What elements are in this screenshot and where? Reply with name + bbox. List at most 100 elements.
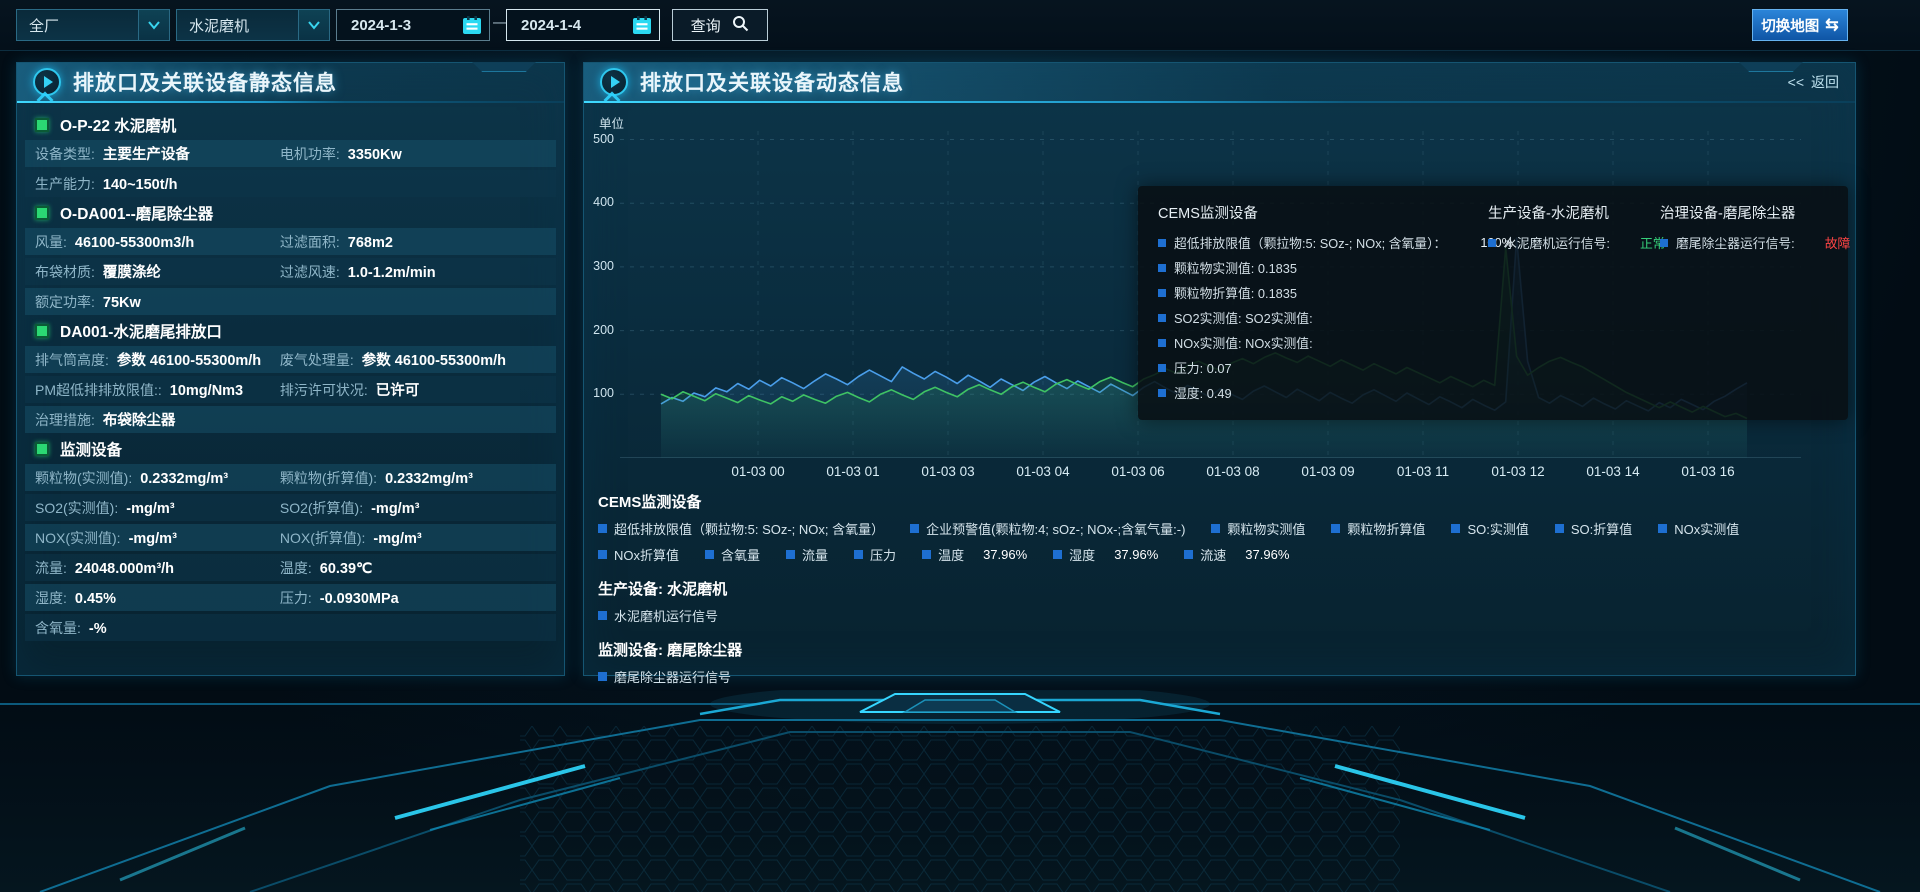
- legend-item[interactable]: 含氧量: [705, 545, 760, 564]
- chart-y-axis: 100200300400500: [584, 101, 614, 493]
- double-chevron-left-icon: <<: [1788, 74, 1804, 90]
- blue-square-icon: [1158, 289, 1166, 297]
- field-value: 参数 46100-55300m/h: [362, 349, 506, 370]
- info-cell: 温度: 60.39℃: [280, 558, 556, 578]
- date-end-input[interactable]: 2024-1-4: [506, 9, 660, 41]
- play-icon: [33, 68, 61, 96]
- chevron-down-icon[interactable]: [298, 10, 329, 40]
- blue-square-icon: [705, 550, 714, 559]
- dynamic-info-title: 排放口及关联设备动态信息: [640, 67, 904, 97]
- legend-item[interactable]: 企业预警值(颗粒物:4; sOz-; NOx-;含氧气量:-): [910, 519, 1185, 538]
- info-row: 含氧量:-%: [25, 614, 556, 641]
- plant-select[interactable]: 全厂: [16, 9, 170, 41]
- legend-item[interactable]: NOx实测值: [1658, 519, 1739, 538]
- static-info-list: O-P-22 水泥磨机 设备类型:主要生产设备 电机功率:3350Kw 生产能力…: [17, 101, 564, 641]
- info-cell: 颗粒物(实测值):0.2332mg/m³: [35, 468, 280, 488]
- emissions-chart[interactable]: 单位 100200300400500 01-03 0001-03 0101-03…: [584, 101, 1855, 493]
- info-row: 流量:24048.000m³/h 温度:60.39℃: [25, 554, 556, 581]
- date-start-input[interactable]: 2024-1-3: [336, 9, 490, 41]
- x-tick-label: 01-03 12: [1491, 464, 1544, 479]
- legend-item[interactable]: NOx折算值: [598, 545, 679, 564]
- info-cell: 排污许可状况:已许可: [280, 379, 556, 400]
- field-label: SO2(实测值):: [35, 498, 118, 518]
- info-cell: 压力:-0.0930MPa: [280, 588, 556, 608]
- field-value: 10mg/Nm3: [170, 383, 243, 399]
- green-square-icon: [35, 118, 49, 132]
- calendar-icon[interactable]: [625, 15, 659, 35]
- field-label: 过滤风速:: [280, 262, 340, 282]
- field-label: NOX(折算值):: [280, 528, 366, 548]
- dynamic-info-panel: 排放口及关联设备动态信息 << 返回 单位 100200300400500: [583, 62, 1856, 676]
- field-value: 布袋除尘器: [103, 409, 176, 430]
- blue-square-icon: [598, 672, 607, 681]
- legend-item[interactable]: 湿度37.96%: [1053, 545, 1158, 564]
- legend-item[interactable]: 超低排放限值（颗拉物:5: SOz-; NOx; 含氧量）: [598, 519, 884, 538]
- info-row: PM超低排排放限值::10mg/Nm3 排污许可状况:已许可: [25, 376, 556, 403]
- green-square-icon: [35, 324, 49, 338]
- blue-square-icon: [1158, 314, 1166, 322]
- y-tick-label: 200: [584, 323, 614, 337]
- section-title: O-P-22 水泥磨机: [60, 114, 176, 136]
- tooltip-production-column: 生产设备-水泥磨机 水泥磨机运行信号:正常: [1488, 202, 1660, 408]
- legend-item[interactable]: 颗粒物折算值: [1331, 519, 1425, 538]
- info-row: 湿度:0.45% 压力:-0.0930MPa: [25, 584, 556, 611]
- info-cell: 湿度:0.45%: [35, 588, 280, 608]
- field-label: SO2(折算值):: [280, 498, 363, 518]
- field-label: 颗粒物(实测值):: [35, 468, 132, 488]
- field-value: -mg/m³: [373, 531, 421, 547]
- plant-select-value: 全厂: [29, 15, 59, 36]
- legend-item[interactable]: 温度37.96%: [922, 545, 1027, 564]
- static-info-header: 排放口及关联设备静态信息: [17, 63, 564, 101]
- query-button[interactable]: 查询: [672, 9, 768, 41]
- legend-item[interactable]: 水泥磨机运行信号: [598, 606, 718, 625]
- field-label: 额定功率:: [35, 292, 95, 312]
- field-value: -mg/m³: [129, 531, 177, 547]
- info-row: 额定功率:75Kw: [25, 288, 556, 315]
- info-row: 布袋材质:覆膜涤纶 过滤风速:1.0-1.2m/min: [25, 258, 556, 285]
- legend-item[interactable]: 颗粒物实测值: [1211, 519, 1305, 538]
- bottom-decoration: [0, 690, 1920, 892]
- x-tick-label: 01-03 08: [1206, 464, 1259, 479]
- topbar: 全厂 水泥磨机 2024-1-3 — 2024-1-4 查询: [0, 0, 1920, 51]
- switch-map-button[interactable]: 切换地图 ⇆: [1752, 9, 1848, 41]
- info-cell: NOX(折算值): -mg/m³: [280, 528, 556, 548]
- legend-item[interactable]: SO:实测值: [1451, 519, 1528, 538]
- legend-item-value: 37.96%: [983, 547, 1027, 562]
- tooltip-item-text: NOx实测值: NOx实测值:: [1174, 333, 1313, 352]
- legend-item[interactable]: SO:折算值: [1555, 519, 1632, 538]
- info-cell: 布袋材质:覆膜涤纶: [35, 261, 280, 282]
- tooltip-item-text: 磨尾除尘器运行信号:: [1676, 233, 1795, 252]
- field-label: NOX(实测值):: [35, 528, 121, 548]
- blue-square-icon: [910, 524, 919, 533]
- field-value: 46100-55300m3/h: [75, 235, 194, 251]
- legend-item[interactable]: 压力: [854, 545, 896, 564]
- chevron-down-icon[interactable]: [138, 10, 169, 40]
- chart-tooltip: CEMS监测设备 超低排放限值（颗拉物:5: SOz-; NOx; 含氧量）：1…: [1138, 186, 1848, 420]
- device-select[interactable]: 水泥磨机: [176, 9, 330, 41]
- legend-item-value: 37.96%: [1114, 547, 1158, 562]
- section-header-device: O-P-22 水泥磨机: [25, 112, 556, 138]
- section-title: O-DA001--磨尾除尘器: [60, 202, 213, 224]
- info-cell: 废气处理量:参数 46100-55300m/h: [280, 349, 556, 370]
- info-row: 颗粒物(实测值):0.2332mg/m³ 颗粒物(折算值):0.2332mg/m…: [25, 464, 556, 491]
- info-cell: 过滤风速:1.0-1.2m/min: [280, 262, 556, 282]
- field-value: 60.39℃: [320, 561, 373, 577]
- status-badge: 故障: [1825, 233, 1851, 252]
- blue-square-icon: [1331, 524, 1340, 533]
- blue-square-icon: [1660, 239, 1668, 247]
- back-link[interactable]: << 返回: [1788, 72, 1839, 92]
- green-square-icon: [35, 206, 49, 220]
- info-cell: 颗粒物(折算值):0.2332mg/m³: [280, 468, 556, 488]
- calendar-icon[interactable]: [455, 15, 489, 35]
- static-info-title: 排放口及关联设备静态信息: [73, 67, 337, 97]
- legend-item-value: 37.96%: [1245, 547, 1289, 562]
- legend-item[interactable]: 磨尾除尘器运行信号: [598, 667, 731, 686]
- legend-item[interactable]: 流量: [786, 545, 828, 564]
- info-cell: SO2(实测值):-mg/m³: [35, 498, 280, 518]
- field-label: 温度:: [280, 558, 312, 578]
- blue-square-icon: [1158, 339, 1166, 347]
- date-start-value: 2024-1-3: [351, 17, 411, 34]
- legend-item[interactable]: 流速37.96%: [1184, 545, 1289, 564]
- tooltip-item: NOx实测值: NOx实测值:: [1158, 333, 1488, 352]
- legend-row: NOx折算值 含氧量 流量 压力 温度37.96% 湿度37.96% 流速37.…: [598, 545, 1829, 564]
